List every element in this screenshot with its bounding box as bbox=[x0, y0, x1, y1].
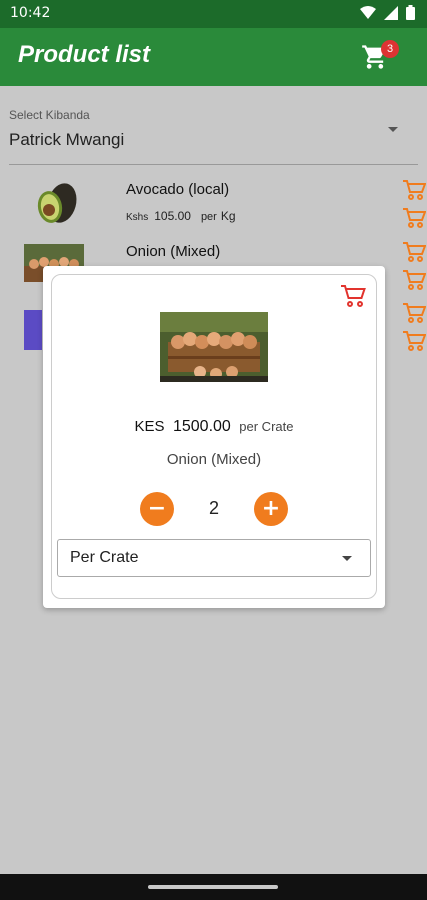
quantity-value: 2 bbox=[208, 498, 219, 518]
cart-icon[interactable] bbox=[340, 284, 366, 308]
page-title: Product list bbox=[18, 41, 151, 68]
add-to-cart-icon[interactable] bbox=[402, 330, 426, 352]
product-unit: Kg bbox=[220, 209, 236, 223]
add-to-cart-icon[interactable] bbox=[402, 179, 426, 201]
add-to-cart-icon[interactable] bbox=[402, 269, 426, 291]
cart-count-badge: 3 bbox=[381, 40, 399, 58]
onion-crate-image bbox=[160, 312, 268, 382]
signal-icon bbox=[384, 5, 398, 20]
kibanda-select[interactable]: Patrick Mwangi bbox=[9, 130, 124, 150]
wifi-icon bbox=[360, 5, 376, 19]
add-to-cart-dialog: KES 1500.00 per Crate Onion (Mixed) − 2 … bbox=[43, 266, 385, 608]
status-time: 10:42 bbox=[10, 5, 51, 21]
product-name: Onion (Mixed) bbox=[126, 243, 221, 260]
add-to-cart-icon[interactable] bbox=[402, 241, 426, 263]
add-to-cart-icon[interactable] bbox=[402, 302, 426, 324]
app-bar: Product list 3 bbox=[0, 28, 427, 86]
product-currency: Kshs bbox=[126, 212, 149, 223]
dropdown-arrow-icon[interactable] bbox=[342, 556, 352, 561]
decrease-quantity-button[interactable]: − bbox=[140, 492, 174, 526]
product-per: per bbox=[200, 211, 217, 223]
add-to-cart-icon[interactable] bbox=[402, 207, 426, 229]
kibanda-select-label: Select Kibanda bbox=[9, 108, 90, 122]
unit-select[interactable]: Per Crate bbox=[57, 539, 371, 577]
select-underline bbox=[9, 164, 418, 165]
dialog-per-unit: per Crate bbox=[239, 419, 294, 434]
avocado-image bbox=[37, 183, 77, 223]
product-price: Kshs 105.00 per Kg bbox=[126, 209, 236, 223]
increase-quantity-button[interactable]: + bbox=[254, 492, 288, 526]
dropdown-arrow-icon[interactable] bbox=[388, 127, 398, 132]
dialog-product-name: Onion (Mixed) bbox=[166, 451, 262, 468]
dialog-price-value: 1500.00 bbox=[172, 418, 231, 435]
home-gesture-handle[interactable] bbox=[148, 885, 278, 889]
product-name: Avocado (local) bbox=[126, 181, 230, 198]
product-price-value: 105.00 bbox=[154, 209, 191, 223]
product-image bbox=[24, 310, 42, 350]
battery-icon bbox=[406, 5, 415, 20]
product-row[interactable]: Avocado (local) Kshs 105.00 per Kg bbox=[0, 176, 427, 238]
dialog-price: KES 1500.00 per Crate bbox=[43, 418, 385, 436]
system-nav-bar bbox=[0, 874, 427, 900]
status-bar: 10:42 bbox=[0, 0, 427, 28]
dialog-currency: KES bbox=[134, 418, 165, 435]
unit-select-value: Per Crate bbox=[70, 549, 139, 566]
status-icons bbox=[360, 5, 415, 20]
